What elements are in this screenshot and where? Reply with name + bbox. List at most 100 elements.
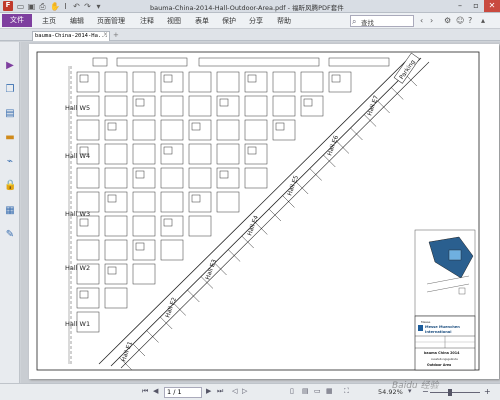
next-page-button[interactable]: ▶ (206, 387, 211, 395)
menu-form[interactable]: 表单 (195, 16, 209, 26)
signature-icon[interactable]: ▦ (4, 205, 16, 217)
file-menu-button[interactable]: 文件 (2, 14, 32, 27)
restore-button[interactable]: ▫ (468, 0, 484, 12)
exhibition-block (104, 143, 128, 165)
exhibition-block (160, 191, 184, 213)
booth-block (275, 122, 285, 131)
hall-label: Hall E5 (286, 174, 300, 196)
watermark: Baidu 经验 (392, 381, 439, 391)
next-result-icon[interactable]: › (430, 16, 433, 25)
attachments-icon[interactable]: ⌁ (4, 156, 16, 168)
prev-page-button[interactable]: ◀ (153, 387, 158, 395)
menu-edit[interactable]: 编辑 (70, 16, 84, 26)
booth-block (79, 218, 89, 227)
booth-block (79, 290, 89, 299)
customize-icon[interactable]: ▾ (94, 2, 103, 11)
hall-label: Hall W3 (65, 210, 90, 218)
last-page-button[interactable]: ⏭ (217, 387, 223, 396)
undo-icon[interactable]: ↶ (72, 2, 81, 11)
menu-view[interactable]: 视图 (167, 16, 181, 26)
exhibition-block (188, 71, 212, 93)
hall-label: Hall E3 (204, 258, 218, 280)
menu-home[interactable]: 主页 (42, 16, 56, 26)
navigation-panel: ▶ ❐ ▤ ▬ ⌁ 🔒 ▦ ✎ (0, 42, 20, 383)
hall-label: Hall W1 (65, 320, 90, 328)
tab-close-icon[interactable]: × (103, 31, 108, 38)
page-number-input[interactable]: 1 / 1 (164, 387, 202, 398)
title-block-company-2: International (425, 330, 451, 334)
menu-bar: 文件 主页 编辑 页面管理 注释 视图 表单 保护 分享 帮助 ⌕ 查找 ‹ ›… (0, 13, 500, 29)
layers-icon[interactable]: ▤ (4, 108, 16, 120)
menu-help[interactable]: 帮助 (277, 16, 291, 26)
search-input[interactable]: ⌕ 查找 (350, 15, 414, 27)
booth-block (163, 146, 173, 155)
fit-page-icon[interactable]: ⛶ (344, 387, 349, 396)
help-icon[interactable]: ? (468, 16, 472, 25)
booth-block (303, 98, 313, 107)
prev-result-icon[interactable]: ‹ (420, 16, 423, 25)
title-bar: F ▭ ▣ ⎙ ✋ I ↶ ↷ ▾ bauma-China-2014-Hall-… (0, 0, 500, 13)
menu-share[interactable]: 分享 (249, 16, 263, 26)
zoom-slider[interactable] (430, 392, 480, 393)
save-icon[interactable]: ▣ (27, 2, 36, 11)
security-icon[interactable]: 🔒 (4, 180, 16, 192)
menu-comment[interactable]: 注释 (140, 16, 154, 26)
zoom-slider-handle[interactable] (448, 389, 452, 396)
title-block-event: bauma China 2014 (424, 351, 460, 355)
exhibition-block (160, 119, 184, 141)
ribbon-collapse-icon[interactable]: ▴ (481, 16, 485, 25)
first-page-button[interactable]: ⏮ (142, 387, 148, 396)
title-block-hall: Outdoor Area (427, 363, 451, 367)
exhibition-block (132, 71, 156, 93)
app-logo-icon[interactable]: F (3, 1, 13, 11)
exhibition-block (160, 167, 184, 189)
menu-page-manage[interactable]: 页面管理 (97, 16, 125, 26)
exhibition-block (104, 167, 128, 189)
print-icon[interactable]: ⎙ (38, 2, 47, 11)
new-tab-icon[interactable]: + (113, 31, 119, 39)
exhibition-block (104, 287, 128, 309)
pdf-page: Hall W5 Hall W4 Hall W3 Hall W2 Hall W1 … (29, 44, 499, 379)
tools-icon[interactable]: ✎ (4, 229, 16, 241)
booth-block (135, 170, 145, 179)
hall-label: Hall E1 (120, 340, 134, 362)
exhibition-block (104, 95, 128, 117)
exhibition-block (244, 95, 268, 117)
open-icon[interactable]: ▭ (16, 2, 25, 11)
close-button[interactable]: ✕ (484, 0, 500, 12)
booth-block (219, 170, 229, 179)
exhibition-block (244, 167, 268, 189)
document-view[interactable]: Hall W5 Hall W4 Hall W3 Hall W2 Hall W1 … (21, 42, 500, 383)
redo-icon[interactable]: ↷ (83, 2, 92, 11)
bookmark-icon[interactable]: ▶ (4, 60, 16, 72)
exhibition-block (216, 191, 240, 213)
exhibition-block (132, 263, 156, 285)
select-tool-icon[interactable]: I (61, 2, 70, 11)
facing-icon[interactable]: ▭ (314, 387, 321, 395)
continuous-icon[interactable]: ▤ (302, 387, 309, 395)
single-page-icon[interactable]: ▯ (290, 387, 294, 395)
booth-block (219, 98, 229, 107)
booth-block (163, 74, 173, 83)
exhibition-block (216, 119, 240, 141)
document-tab[interactable]: bauma-China-2014-Ha... (32, 31, 110, 41)
booth-block (163, 218, 173, 227)
comments-icon[interactable]: ▬ (4, 132, 16, 144)
settings-icon[interactable]: ⚙ (444, 16, 451, 25)
prev-view-icon[interactable]: ◁ (232, 387, 237, 395)
exhibition-block (272, 71, 296, 93)
exhibition-block (104, 239, 128, 261)
exhibition-block (104, 71, 128, 93)
exhibition-block (76, 119, 100, 141)
next-view-icon[interactable]: ▷ (242, 387, 247, 395)
title-block-company-small: Messe (421, 320, 431, 324)
zoom-in-icon[interactable]: + (484, 387, 491, 396)
booth-block (107, 122, 117, 131)
exhibition-block (160, 239, 184, 261)
hand-tool-icon[interactable]: ✋ (50, 2, 60, 11)
cover-icon[interactable]: ▦ (326, 387, 333, 395)
minimize-button[interactable]: – (452, 0, 468, 12)
pages-icon[interactable]: ❐ (4, 84, 16, 96)
menu-protect[interactable]: 保护 (222, 16, 236, 26)
user-icon[interactable]: ☺ (456, 16, 464, 25)
